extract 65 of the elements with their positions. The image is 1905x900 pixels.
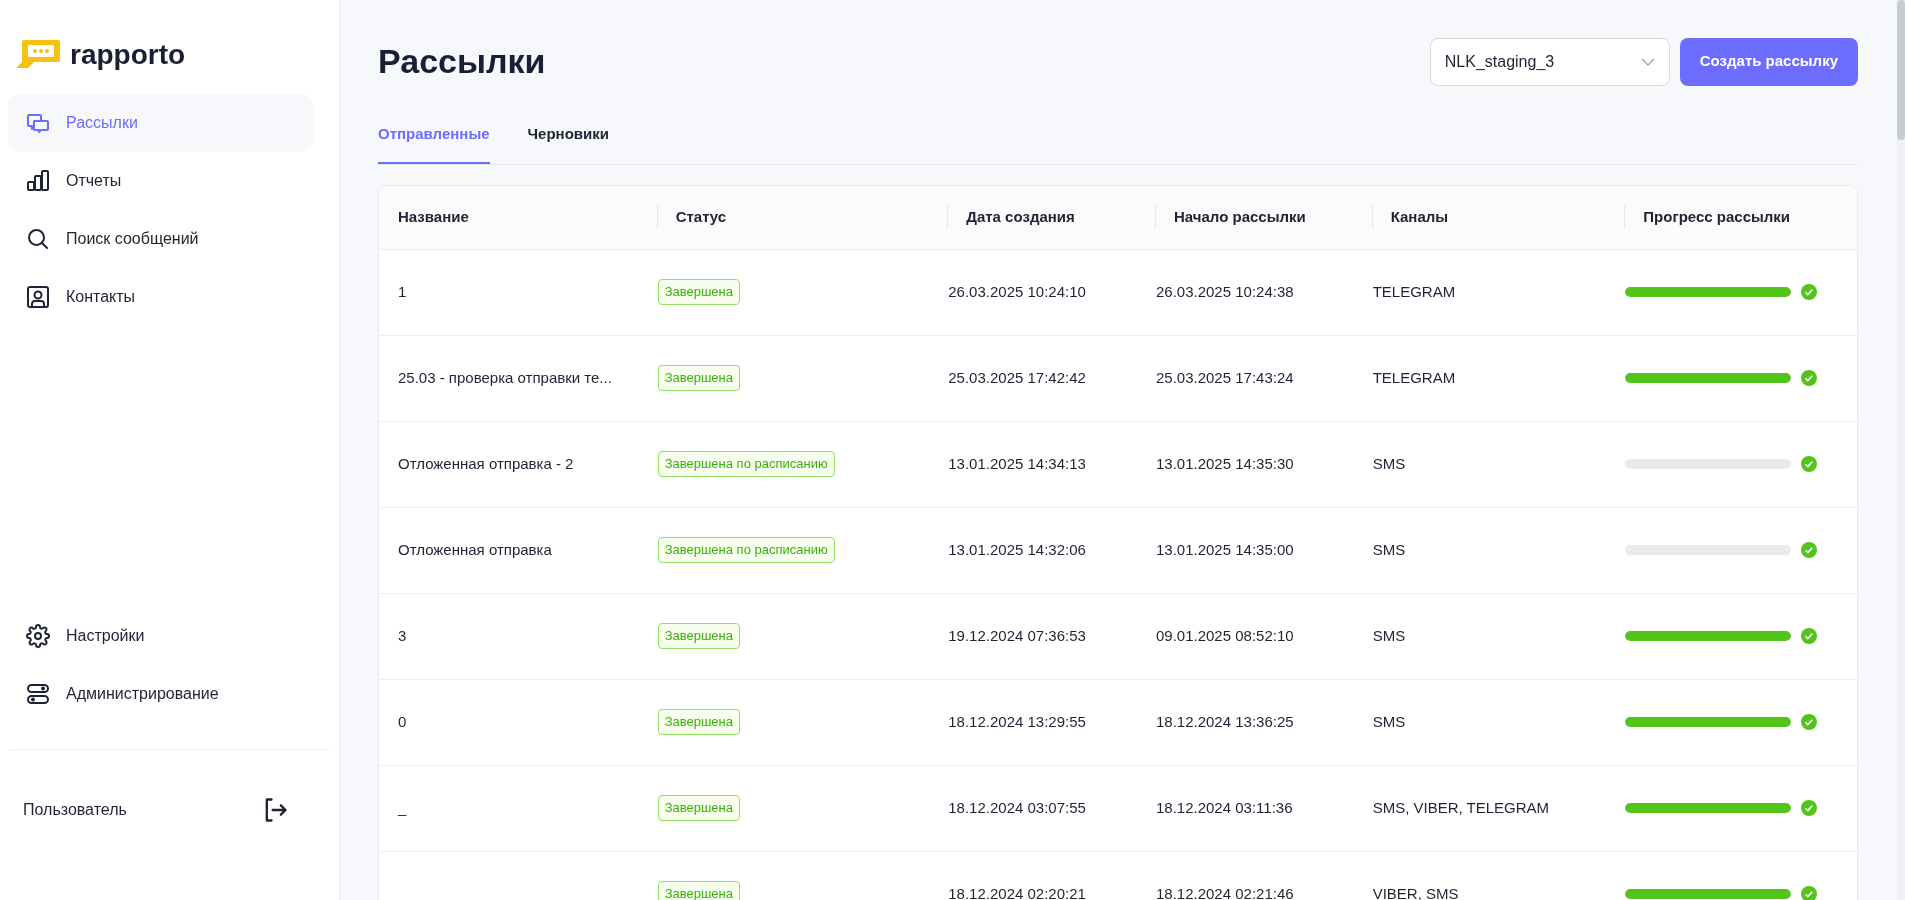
table-cell: 18.12.2024 03:11:36 <box>1155 798 1293 816</box>
status-badge: Завершена <box>657 795 740 821</box>
table-cell: SMS, VIBER, TELEGRAM <box>1372 798 1550 816</box>
chat-bubbles-icon <box>26 111 50 135</box>
status-badge: Завершена по расписанию <box>657 537 835 563</box>
column-header: Статус <box>675 206 727 227</box>
search-icon <box>26 227 50 251</box>
user-name: Пользователь <box>23 800 127 820</box>
table-cell: TELEGRAM <box>1372 282 1456 300</box>
table-cell: 25.03 - проверка отправки те... <box>398 368 612 386</box>
table-cell: 13.01.2025 14:35:30 <box>1155 454 1294 472</box>
table-cell: TELEGRAM <box>1372 368 1456 386</box>
table-cell: SMS <box>1372 712 1406 730</box>
page-title: Рассылки <box>378 41 546 82</box>
tab[interactable]: Черновики <box>527 123 609 164</box>
status-badge: Завершена <box>657 365 740 391</box>
logo-text: rapporto <box>70 41 186 69</box>
table-cell: 0 <box>398 712 407 730</box>
chevron-down-icon <box>1640 57 1655 66</box>
nav-item[interactable]: Поиск сообщений <box>8 210 313 268</box>
nav-item[interactable]: Администрирование <box>8 665 313 723</box>
table-cell: Отложенная отправка - 2 <box>398 454 574 472</box>
nav-item[interactable]: Контакты <box>8 268 313 326</box>
table-cell: 18.12.2024 02:21:46 <box>1155 884 1294 900</box>
status-badge: Завершена <box>657 709 740 735</box>
table-cell: 26.03.2025 10:24:10 <box>948 282 1086 300</box>
nav-item[interactable]: Рассылки <box>8 94 313 152</box>
table-cell: 26.03.2025 10:24:38 <box>1155 282 1294 300</box>
column-header: Прогресс рассылки <box>1643 206 1791 227</box>
table-cell: 3 <box>398 626 407 644</box>
table-cell: SMS <box>1372 454 1406 472</box>
settings-icon <box>26 624 50 648</box>
table-cell: 13.01.2025 14:34:13 <box>948 454 1086 472</box>
nav-item[interactable]: Настройки <box>8 607 313 665</box>
column-header: Название <box>397 206 469 227</box>
table-cell: VIBER, SMS <box>1372 884 1459 900</box>
table-cell: Отложенная отправка <box>398 540 552 558</box>
table-cell: 09.01.2025 08:52:10 <box>1155 626 1294 644</box>
table-cell: 25.03.2025 17:42:42 <box>948 368 1086 386</box>
table-cell: SMS <box>1372 540 1406 558</box>
table-cell: 13.01.2025 14:32:06 <box>948 540 1086 558</box>
table-cell: 18.12.2024 13:36:25 <box>1155 712 1294 730</box>
bar-chart-icon <box>26 169 50 193</box>
table-cell: 19.12.2024 07:36:53 <box>948 626 1086 644</box>
table-cell: _ <box>398 798 407 816</box>
nav-item[interactable]: Отчеты <box>8 152 313 210</box>
table-cell: 25.03.2025 17:43:24 <box>1155 368 1294 386</box>
scrollbar[interactable] <box>1897 0 1905 900</box>
column-header: Начало рассылки <box>1173 206 1306 227</box>
column-header: Дата создания <box>966 206 1075 227</box>
table-cell: 13.01.2025 14:35:00 <box>1155 540 1294 558</box>
toggles-icon <box>26 682 50 706</box>
status-badge: Завершена <box>657 623 740 649</box>
contact-card-icon <box>26 285 50 309</box>
project-select[interactable]: NLK_staging_3 <box>1429 37 1670 86</box>
status-badge: Завершена <box>657 279 740 305</box>
table-cell: 1 <box>398 282 407 300</box>
table-cell: 18.12.2024 13:29:55 <box>948 712 1086 730</box>
status-badge: Завершена по расписанию <box>657 451 835 477</box>
column-header: Каналы <box>1390 206 1449 227</box>
create-button[interactable]: Создать рассылку <box>1679 37 1858 86</box>
table-cell: 18.12.2024 03:07:55 <box>948 798 1086 816</box>
table-cell: SMS <box>1372 626 1406 644</box>
table-cell: 18.12.2024 02:20:21 <box>948 884 1086 900</box>
tab[interactable]: Отправленные <box>378 123 490 164</box>
